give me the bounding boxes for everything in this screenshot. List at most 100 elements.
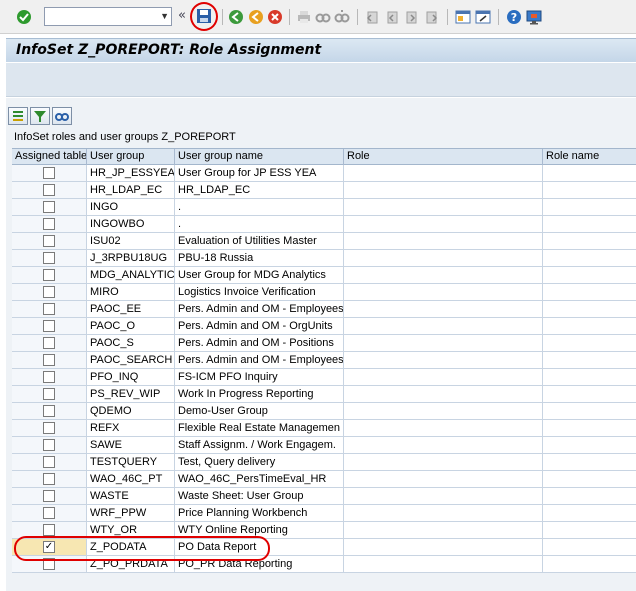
column-header-user-group[interactable]: User group	[87, 149, 175, 165]
role-cell[interactable]	[344, 352, 543, 369]
user-group-name-cell[interactable]: Staff Assignm. / Work Engagem.	[175, 437, 344, 454]
user-group-cell[interactable]: INGOWBO	[87, 216, 175, 233]
role-cell[interactable]	[344, 233, 543, 250]
user-group-cell[interactable]: J_3RPBU18UG	[87, 250, 175, 267]
role-name-cell[interactable]	[543, 233, 636, 250]
user-group-name-cell[interactable]: Pers. Admin and OM - Positions	[175, 335, 344, 352]
role-name-cell[interactable]	[543, 352, 636, 369]
user-group-cell[interactable]: WASTE	[87, 488, 175, 505]
table-row[interactable]: PFO_INQ FS-ICM PFO Inquiry	[12, 369, 636, 386]
user-group-cell[interactable]: PAOC_O	[87, 318, 175, 335]
enter-icon[interactable]	[16, 9, 32, 25]
table-row[interactable]: WRF_PPW Price Planning Workbench	[12, 505, 636, 522]
user-group-cell[interactable]: TESTQUERY	[87, 454, 175, 471]
create-session-icon[interactable]	[455, 9, 471, 25]
filter-icon[interactable]	[30, 107, 50, 125]
table-row[interactable]: PAOC_O Pers. Admin and OM - OrgUnits	[12, 318, 636, 335]
assigned-checkbox[interactable]	[43, 235, 55, 247]
role-cell[interactable]	[344, 369, 543, 386]
help-icon[interactable]: ?	[506, 9, 522, 25]
assigned-checkbox[interactable]	[43, 490, 55, 502]
assigned-checkbox[interactable]	[43, 473, 55, 485]
assigned-checkbox[interactable]	[43, 286, 55, 298]
role-cell[interactable]	[344, 539, 543, 556]
user-group-name-cell[interactable]: HR_LDAP_EC	[175, 182, 344, 199]
last-page-icon[interactable]	[424, 9, 440, 25]
table-row[interactable]: WAO_46C_PT WAO_46C_PersTimeEval_HR	[12, 471, 636, 488]
user-group-cell[interactable]: PAOC_SEARCH	[87, 352, 175, 369]
table-row[interactable]: Z_PO_PRDATA PO_PR Data Reporting	[12, 556, 636, 573]
find-icon[interactable]	[52, 107, 72, 125]
assigned-checkbox[interactable]	[43, 201, 55, 213]
assigned-checkbox[interactable]	[43, 507, 55, 519]
role-cell[interactable]	[344, 454, 543, 471]
role-name-cell[interactable]	[543, 420, 636, 437]
role-name-cell[interactable]	[543, 250, 636, 267]
exit-icon[interactable]	[248, 9, 264, 25]
assigned-checkbox[interactable]	[43, 167, 55, 179]
column-header-role-name[interactable]: Role name	[543, 149, 636, 165]
user-group-cell[interactable]: PFO_INQ	[87, 369, 175, 386]
assigned-checkbox[interactable]	[43, 524, 55, 536]
user-group-cell[interactable]: MIRO	[87, 284, 175, 301]
next-page-icon[interactable]	[404, 9, 420, 25]
column-header-user-group-name[interactable]: User group name	[175, 149, 344, 165]
assigned-checkbox[interactable]	[43, 439, 55, 451]
user-group-name-cell[interactable]: PBU-18 Russia	[175, 250, 344, 267]
role-name-cell[interactable]	[543, 165, 636, 182]
assigned-checkbox[interactable]	[43, 456, 55, 468]
user-group-name-cell[interactable]: PO Data Report	[175, 539, 344, 556]
table-row[interactable]: WASTE Waste Sheet: User Group	[12, 488, 636, 505]
user-group-name-cell[interactable]: Work In Progress Reporting	[175, 386, 344, 403]
user-group-cell[interactable]: WTY_OR	[87, 522, 175, 539]
role-name-cell[interactable]	[543, 301, 636, 318]
assigned-checkbox[interactable]: ✓	[43, 541, 55, 553]
table-row[interactable]: QDEMO Demo-User Group	[12, 403, 636, 420]
role-cell[interactable]	[344, 556, 543, 573]
role-name-cell[interactable]	[543, 369, 636, 386]
user-group-cell[interactable]: HR_JP_ESSYEA	[87, 165, 175, 182]
role-cell[interactable]	[344, 267, 543, 284]
table-row[interactable]: ISU02 Evaluation of Utilities Master	[12, 233, 636, 250]
user-group-cell[interactable]: PAOC_S	[87, 335, 175, 352]
role-cell[interactable]	[344, 471, 543, 488]
role-cell[interactable]	[344, 301, 543, 318]
user-group-cell[interactable]: HR_LDAP_EC	[87, 182, 175, 199]
role-name-cell[interactable]	[543, 403, 636, 420]
find-next-icon[interactable]	[334, 9, 350, 25]
user-group-name-cell[interactable]: Flexible Real Estate Managemen	[175, 420, 344, 437]
chevron-down-icon[interactable]: ▼	[160, 11, 169, 21]
role-name-cell[interactable]	[543, 335, 636, 352]
user-group-cell[interactable]: PAOC_EE	[87, 301, 175, 318]
role-cell[interactable]	[344, 199, 543, 216]
user-group-name-cell[interactable]: WAO_46C_PersTimeEval_HR	[175, 471, 344, 488]
role-name-cell[interactable]	[543, 386, 636, 403]
collapse-command-icon[interactable]: «	[178, 8, 186, 23]
user-group-cell[interactable]: Z_PODATA	[87, 539, 175, 556]
table-row[interactable]: MDG_ANALYTIC User Group for MDG Analytics	[12, 267, 636, 284]
role-cell[interactable]	[344, 216, 543, 233]
command-field[interactable]: ▼	[44, 7, 172, 26]
print-icon[interactable]	[296, 9, 312, 25]
table-row[interactable]: PAOC_SEARCH Pers. Admin and OM - Employee…	[12, 352, 636, 369]
role-cell[interactable]	[344, 165, 543, 182]
role-cell[interactable]	[344, 437, 543, 454]
assigned-checkbox[interactable]	[43, 218, 55, 230]
table-row[interactable]: REFX Flexible Real Estate Managemen	[12, 420, 636, 437]
column-header-role[interactable]: Role	[344, 149, 543, 165]
role-name-cell[interactable]	[543, 267, 636, 284]
role-name-cell[interactable]	[543, 539, 636, 556]
table-row[interactable]: PAOC_S Pers. Admin and OM - Positions	[12, 335, 636, 352]
user-group-name-cell[interactable]: FS-ICM PFO Inquiry	[175, 369, 344, 386]
role-cell[interactable]	[344, 284, 543, 301]
user-group-cell[interactable]: QDEMO	[87, 403, 175, 420]
back-icon[interactable]	[228, 9, 244, 25]
assigned-checkbox[interactable]	[43, 320, 55, 332]
assigned-checkbox[interactable]	[43, 422, 55, 434]
user-group-name-cell[interactable]: Waste Sheet: User Group	[175, 488, 344, 505]
user-group-name-cell[interactable]: User Group for JP ESS YEA	[175, 165, 344, 182]
user-group-cell[interactable]: PS_REV_WIP	[87, 386, 175, 403]
customize-layout-icon[interactable]	[526, 9, 542, 25]
cancel-icon[interactable]	[267, 9, 283, 25]
role-name-cell[interactable]	[543, 182, 636, 199]
